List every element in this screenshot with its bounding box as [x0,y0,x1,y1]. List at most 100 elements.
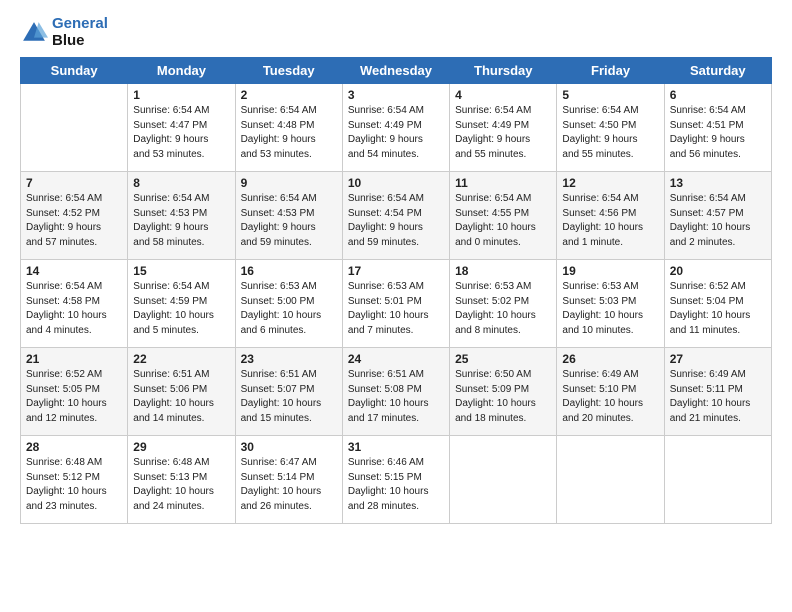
day-cell [21,84,128,172]
day-number: 17 [348,264,444,278]
day-number: 8 [133,176,229,190]
day-number: 15 [133,264,229,278]
day-info: Sunrise: 6:53 AM Sunset: 5:00 PM Dayligh… [241,280,337,338]
day-info: Sunrise: 6:49 AM Sunset: 5:11 PM Dayligh… [670,368,766,426]
day-cell: 6 Sunrise: 6:54 AM Sunset: 4:51 PM Daylig… [664,84,771,172]
day-number: 4 [455,88,551,102]
day-number: 6 [670,88,766,102]
day-cell: 15 Sunrise: 6:54 AM Sunset: 4:59 PM Dayli… [128,260,235,348]
day-cell: 29 Sunrise: 6:48 AM Sunset: 5:13 PM Dayli… [128,436,235,524]
day-info: Sunrise: 6:53 AM Sunset: 5:02 PM Dayligh… [455,280,551,338]
week-row-4: 21 Sunrise: 6:52 AM Sunset: 5:05 PM Dayli… [21,348,772,436]
header: General Blue [20,16,772,49]
day-cell: 18 Sunrise: 6:53 AM Sunset: 5:02 PM Dayli… [450,260,557,348]
header-cell-saturday: Saturday [664,58,771,84]
day-info: Sunrise: 6:51 AM Sunset: 5:06 PM Dayligh… [133,368,229,426]
day-number: 20 [670,264,766,278]
day-number: 21 [26,352,122,366]
day-number: 25 [455,352,551,366]
day-cell: 28 Sunrise: 6:48 AM Sunset: 5:12 PM Dayli… [21,436,128,524]
header-cell-monday: Monday [128,58,235,84]
day-number: 1 [133,88,229,102]
day-number: 26 [562,352,658,366]
day-number: 31 [348,440,444,454]
day-number: 11 [455,176,551,190]
calendar-table: SundayMondayTuesdayWednesdayThursdayFrid… [20,57,772,524]
day-info: Sunrise: 6:51 AM Sunset: 5:08 PM Dayligh… [348,368,444,426]
logo-icon [20,19,48,47]
day-info: Sunrise: 6:48 AM Sunset: 5:12 PM Dayligh… [26,456,122,514]
day-info: Sunrise: 6:54 AM Sunset: 4:54 PM Dayligh… [348,192,444,250]
day-number: 5 [562,88,658,102]
day-cell: 3 Sunrise: 6:54 AM Sunset: 4:49 PM Daylig… [342,84,449,172]
week-row-5: 28 Sunrise: 6:48 AM Sunset: 5:12 PM Dayli… [21,436,772,524]
page-container: General Blue SundayMondayTuesdayWednesda… [0,0,792,534]
day-number: 27 [670,352,766,366]
day-cell: 20 Sunrise: 6:52 AM Sunset: 5:04 PM Dayli… [664,260,771,348]
day-number: 2 [241,88,337,102]
day-number: 24 [348,352,444,366]
day-number: 28 [26,440,122,454]
day-info: Sunrise: 6:54 AM Sunset: 4:58 PM Dayligh… [26,280,122,338]
header-row: SundayMondayTuesdayWednesdayThursdayFrid… [21,58,772,84]
day-cell: 21 Sunrise: 6:52 AM Sunset: 5:05 PM Dayli… [21,348,128,436]
day-info: Sunrise: 6:54 AM Sunset: 4:59 PM Dayligh… [133,280,229,338]
day-info: Sunrise: 6:50 AM Sunset: 5:09 PM Dayligh… [455,368,551,426]
day-cell: 24 Sunrise: 6:51 AM Sunset: 5:08 PM Dayli… [342,348,449,436]
day-info: Sunrise: 6:54 AM Sunset: 4:47 PM Dayligh… [133,104,229,162]
day-cell: 11 Sunrise: 6:54 AM Sunset: 4:55 PM Dayli… [450,172,557,260]
header-cell-tuesday: Tuesday [235,58,342,84]
day-number: 9 [241,176,337,190]
day-cell [557,436,664,524]
day-cell: 30 Sunrise: 6:47 AM Sunset: 5:14 PM Dayli… [235,436,342,524]
day-number: 23 [241,352,337,366]
day-number: 16 [241,264,337,278]
day-info: Sunrise: 6:54 AM Sunset: 4:55 PM Dayligh… [455,192,551,250]
day-number: 22 [133,352,229,366]
day-number: 3 [348,88,444,102]
day-cell [664,436,771,524]
week-row-3: 14 Sunrise: 6:54 AM Sunset: 4:58 PM Dayli… [21,260,772,348]
day-info: Sunrise: 6:54 AM Sunset: 4:49 PM Dayligh… [455,104,551,162]
day-info: Sunrise: 6:54 AM Sunset: 4:56 PM Dayligh… [562,192,658,250]
day-cell: 7Sunrise: 6:54 AM Sunset: 4:52 PM Daylig… [21,172,128,260]
day-info: Sunrise: 6:54 AM Sunset: 4:57 PM Dayligh… [670,192,766,250]
day-info: Sunrise: 6:51 AM Sunset: 5:07 PM Dayligh… [241,368,337,426]
header-cell-thursday: Thursday [450,58,557,84]
day-number: 18 [455,264,551,278]
day-info: Sunrise: 6:54 AM Sunset: 4:48 PM Dayligh… [241,104,337,162]
logo-text: General Blue [52,16,108,49]
day-number: 14 [26,264,122,278]
day-number: 13 [670,176,766,190]
header-cell-wednesday: Wednesday [342,58,449,84]
day-info: Sunrise: 6:54 AM Sunset: 4:49 PM Dayligh… [348,104,444,162]
day-cell: 16 Sunrise: 6:53 AM Sunset: 5:00 PM Dayli… [235,260,342,348]
day-cell: 8Sunrise: 6:54 AM Sunset: 4:53 PM Daylig… [128,172,235,260]
day-cell: 13 Sunrise: 6:54 AM Sunset: 4:57 PM Dayli… [664,172,771,260]
day-cell: 5Sunrise: 6:54 AM Sunset: 4:50 PM Daylig… [557,84,664,172]
day-cell: 14 Sunrise: 6:54 AM Sunset: 4:58 PM Dayli… [21,260,128,348]
day-number: 29 [133,440,229,454]
day-info: Sunrise: 6:52 AM Sunset: 5:04 PM Dayligh… [670,280,766,338]
day-cell: 1 Sunrise: 6:54 AM Sunset: 4:47 PM Daylig… [128,84,235,172]
day-info: Sunrise: 6:54 AM Sunset: 4:53 PM Dayligh… [241,192,337,250]
day-cell: 10 Sunrise: 6:54 AM Sunset: 4:54 PM Dayli… [342,172,449,260]
day-cell: 31Sunrise: 6:46 AM Sunset: 5:15 PM Dayli… [342,436,449,524]
day-cell: 9 Sunrise: 6:54 AM Sunset: 4:53 PM Daylig… [235,172,342,260]
day-cell: 17Sunrise: 6:53 AM Sunset: 5:01 PM Dayli… [342,260,449,348]
day-info: Sunrise: 6:54 AM Sunset: 4:51 PM Dayligh… [670,104,766,162]
day-info: Sunrise: 6:48 AM Sunset: 5:13 PM Dayligh… [133,456,229,514]
day-number: 30 [241,440,337,454]
day-cell: 26 Sunrise: 6:49 AM Sunset: 5:10 PM Dayli… [557,348,664,436]
day-number: 19 [562,264,658,278]
day-cell: 22 Sunrise: 6:51 AM Sunset: 5:06 PM Dayli… [128,348,235,436]
day-number: 10 [348,176,444,190]
day-cell: 4 Sunrise: 6:54 AM Sunset: 4:49 PM Daylig… [450,84,557,172]
day-cell: 27 Sunrise: 6:49 AM Sunset: 5:11 PM Dayli… [664,348,771,436]
day-info: Sunrise: 6:49 AM Sunset: 5:10 PM Dayligh… [562,368,658,426]
day-info: Sunrise: 6:47 AM Sunset: 5:14 PM Dayligh… [241,456,337,514]
day-info: Sunrise: 6:52 AM Sunset: 5:05 PM Dayligh… [26,368,122,426]
logo: General Blue [20,16,108,49]
day-info: Sunrise: 6:53 AM Sunset: 5:03 PM Dayligh… [562,280,658,338]
day-cell: 25 Sunrise: 6:50 AM Sunset: 5:09 PM Dayli… [450,348,557,436]
